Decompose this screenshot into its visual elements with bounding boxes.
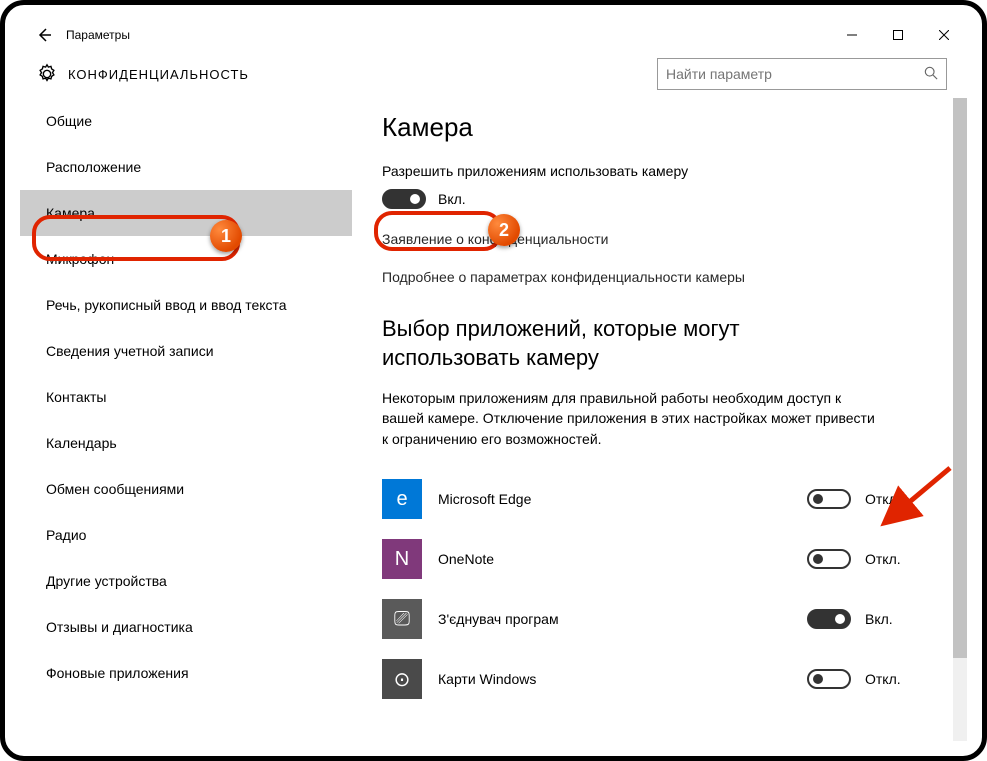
sidebar-item[interactable]: Контакты [20,374,352,420]
app-icon: N [382,539,422,579]
sidebar-item-label: Микрофон [46,251,114,267]
body: Общие Расположение Камера Микрофон Речь, рук… [20,98,967,741]
more-info-link[interactable]: Подробнее о параметрах конфиденциальност… [382,269,927,285]
minimize-button[interactable] [829,20,875,50]
sidebar-item[interactable]: Расположение [20,144,352,190]
sidebar-item-label: Радио [46,527,86,543]
page-title: Камера [382,112,927,143]
back-button[interactable] [30,20,58,50]
sidebar-item-label: Календарь [46,435,117,451]
sidebar-item-label: Сведения учетной записи [46,343,214,359]
section-desc: Некоторым приложениям для правильной раб… [382,388,882,449]
window-controls [829,20,967,50]
app-toggle[interactable] [807,549,851,569]
app-toggle-wrap: Откл. [807,489,927,509]
search-box[interactable] [657,58,947,90]
app-name: OneNote [438,551,807,567]
sidebar-item-label: Обмен сообщениями [46,481,184,497]
close-button[interactable] [921,20,967,50]
gear-icon [34,61,60,87]
app-toggle-label: Вкл. [865,611,893,627]
sidebar-item-label: Камера [46,205,95,221]
app-item: ⊙ Карти Windows Откл. [382,649,927,709]
app-list: e Microsoft Edge Откл. N OneNote Откл. ⎚ З'єдну… [382,469,927,709]
sidebar-item[interactable]: Обмен сообщениями [20,466,352,512]
app-toggle[interactable] [807,609,851,629]
header-title: КОНФИДЕНЦИАЛЬНОСТЬ [68,67,249,82]
section-title: Выбор приложений, которые могут использо… [382,315,882,372]
app-toggle-wrap: Откл. [807,549,927,569]
allow-caption: Разрешить приложениям использовать камер… [382,163,927,179]
app-item: N OneNote Откл. [382,529,927,589]
sidebar-item[interactable]: Фоновые приложения [20,650,352,696]
settings-window: Параметры КОНФИДЕНЦИАЛЬНОСТЬ ОбщиеРаспол [20,20,967,741]
search-input[interactable] [666,66,924,82]
sidebar-item[interactable]: Другие устройства [20,558,352,604]
master-toggle-label: Вкл. [438,191,466,207]
arrow-left-icon [36,27,52,43]
privacy-statement-link[interactable]: Заявление о конфиденциальности [382,231,927,247]
sidebar-item[interactable]: Речь, рукописный ввод и ввод текста [20,282,352,328]
sidebar-item-label: Общие [46,113,92,129]
master-toggle-row: Вкл. [382,189,927,209]
sidebar-item[interactable]: Отзывы и диагностика [20,604,352,650]
window-title: Параметры [66,28,130,42]
search-icon [924,66,938,83]
app-toggle-wrap: Откл. [807,669,927,689]
app-toggle-label: Откл. [865,551,901,567]
app-name: Карти Windows [438,671,807,687]
app-toggle-wrap: Вкл. [807,609,927,629]
sidebar-item-label: Расположение [46,159,141,175]
sidebar-item-label: Другие устройства [46,573,167,589]
app-toggle-label: Откл. [865,671,901,687]
titlebar: Параметры [20,20,967,50]
sidebar: Общие Расположение Камера Микрофон Речь, рук… [20,98,352,741]
sidebar-item[interactable]: Календарь [20,420,352,466]
app-toggle[interactable] [807,489,851,509]
app-item: e Microsoft Edge Откл. [382,469,927,529]
app-icon: e [382,479,422,519]
app-name: З'єднувач програм [438,611,807,627]
app-toggle-label: Откл. [865,491,901,507]
sidebar-item[interactable]: Микрофон [20,236,352,282]
sidebar-item-label: Фоновые приложения [46,665,189,681]
sidebar-item[interactable]: Камера [20,190,352,236]
main-content: Камера Разрешить приложениям использоват… [352,98,967,741]
app-toggle[interactable] [807,669,851,689]
sidebar-item[interactable]: Общие [20,98,352,144]
sidebar-item-label: Отзывы и диагностика [46,619,193,635]
maximize-button[interactable] [875,20,921,50]
scrollbar-thumb[interactable] [953,98,967,658]
app-frame: Параметры КОНФИДЕНЦИАЛЬНОСТЬ ОбщиеРаспол [0,0,987,761]
app-icon: ⊙ [382,659,422,699]
sidebar-item-label: Контакты [46,389,106,405]
app-name: Microsoft Edge [438,491,807,507]
app-icon: ⎚ [382,599,422,639]
app-item: ⎚ З'єднувач програм Вкл. [382,589,927,649]
scrollbar[interactable] [953,98,967,741]
sidebar-item-label: Речь, рукописный ввод и ввод текста [46,297,287,313]
sidebar-item[interactable]: Сведения учетной записи [20,328,352,374]
sidebar-item[interactable]: Радио [20,512,352,558]
master-toggle[interactable] [382,189,426,209]
header: КОНФИДЕНЦИАЛЬНОСТЬ [20,50,967,98]
